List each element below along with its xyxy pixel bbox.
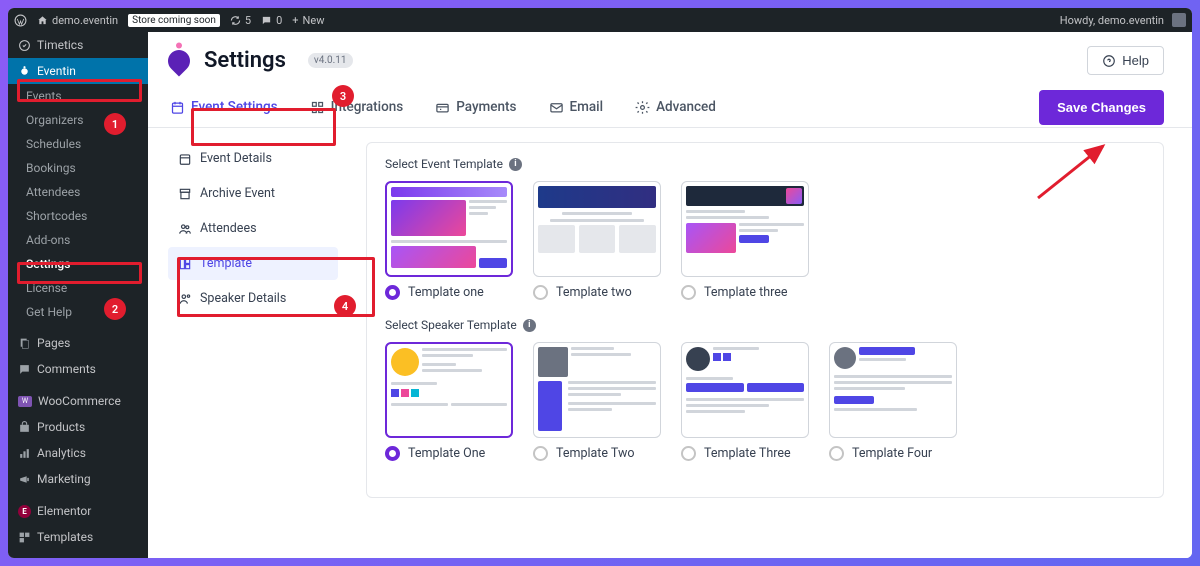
annotation-num-1: 1 — [104, 113, 126, 135]
version-badge: v4.0.11 — [308, 53, 353, 68]
annotation-num-3: 3 — [332, 85, 354, 107]
annotation-num-2: 2 — [104, 298, 126, 320]
wp-admin-bar: demo.eventin Store coming soon 5 0 + New… — [8, 8, 1192, 32]
annotation-arrow — [1028, 138, 1128, 212]
sub-bookings[interactable]: Bookings — [8, 156, 148, 180]
sub-organizers[interactable]: Organizers — [8, 108, 148, 132]
radio-icon — [681, 285, 696, 300]
snav-event-details[interactable]: Event Details — [168, 142, 338, 175]
updates-link[interactable]: 5 — [230, 14, 251, 27]
tab-advanced[interactable]: Advanced — [633, 87, 718, 127]
speaker-template-label: Select Speaker Templatei — [385, 318, 1145, 332]
radio-icon — [681, 446, 696, 461]
sub-events[interactable]: Events — [8, 84, 148, 108]
speaker-template-1[interactable]: Template One — [385, 342, 515, 461]
info-icon[interactable]: i — [509, 158, 522, 171]
menu-elementor[interactable]: EElementor — [8, 498, 148, 524]
comments-link[interactable]: 0 — [261, 14, 282, 27]
event-template-1[interactable]: Template one — [385, 181, 515, 300]
menu-products[interactable]: Products — [8, 414, 148, 440]
help-button[interactable]: Help — [1087, 46, 1164, 75]
sub-shortcodes[interactable]: Shortcodes — [8, 204, 148, 228]
speaker-template-4[interactable]: Template Four — [829, 342, 959, 461]
site-link[interactable]: demo.eventin — [37, 14, 118, 27]
radio-icon — [385, 446, 400, 461]
howdy-link[interactable]: Howdy, demo.eventin — [1060, 13, 1186, 27]
tab-integrations[interactable]: Integrations — [308, 87, 406, 127]
snav-template[interactable]: Template — [168, 247, 338, 280]
content-area: Settings v4.0.11 Help Event Settings Int… — [148, 32, 1192, 558]
sub-settings[interactable]: Settings — [8, 252, 148, 276]
new-link[interactable]: + New — [292, 14, 324, 27]
snav-attendees[interactable]: Attendees — [168, 212, 338, 245]
radio-icon — [829, 446, 844, 461]
radio-icon — [533, 285, 548, 300]
menu-timetics[interactable]: Timetics — [8, 32, 148, 58]
annotation-num-4: 4 — [334, 295, 356, 317]
speaker-template-3[interactable]: Template Three — [681, 342, 811, 461]
radio-icon — [385, 285, 400, 300]
menu-analytics[interactable]: Analytics — [8, 440, 148, 466]
tab-payments[interactable]: Payments — [433, 87, 518, 127]
snav-speaker-details[interactable]: Speaker Details — [168, 282, 338, 315]
snav-archive-event[interactable]: Archive Event — [168, 177, 338, 210]
menu-templates[interactable]: Templates — [8, 524, 148, 550]
tab-email[interactable]: Email — [547, 87, 606, 127]
wp-sidebar: Timetics Eventin Events Organizers Sched… — [8, 32, 148, 558]
tab-event-settings[interactable]: Event Settings — [168, 87, 280, 127]
speaker-template-2[interactable]: Template Two — [533, 342, 663, 461]
event-template-3[interactable]: Template three — [681, 181, 811, 300]
menu-pages[interactable]: Pages — [8, 330, 148, 356]
sub-gethelp[interactable]: Get Help — [8, 300, 148, 324]
menu-eventin[interactable]: Eventin — [8, 58, 148, 84]
eventin-brand-icon — [163, 45, 194, 76]
radio-icon — [533, 446, 548, 461]
sub-addons[interactable]: Add-ons — [8, 228, 148, 252]
sub-schedules[interactable]: Schedules — [8, 132, 148, 156]
event-template-2[interactable]: Template two — [533, 181, 663, 300]
page-title: Settings — [204, 48, 286, 73]
menu-comments[interactable]: Comments — [8, 356, 148, 382]
sub-license[interactable]: License — [8, 276, 148, 300]
info-icon[interactable]: i — [523, 319, 536, 332]
save-changes-button[interactable]: Save Changes — [1039, 90, 1164, 125]
wp-logo-icon[interactable] — [14, 14, 27, 27]
menu-marketing[interactable]: Marketing — [8, 466, 148, 492]
settings-subnav: Event Details Archive Event Attendees Te… — [168, 142, 338, 498]
sub-attendees[interactable]: Attendees — [8, 180, 148, 204]
store-badge: Store coming soon — [128, 14, 220, 27]
menu-woocommerce[interactable]: WWooCommerce — [8, 388, 148, 414]
